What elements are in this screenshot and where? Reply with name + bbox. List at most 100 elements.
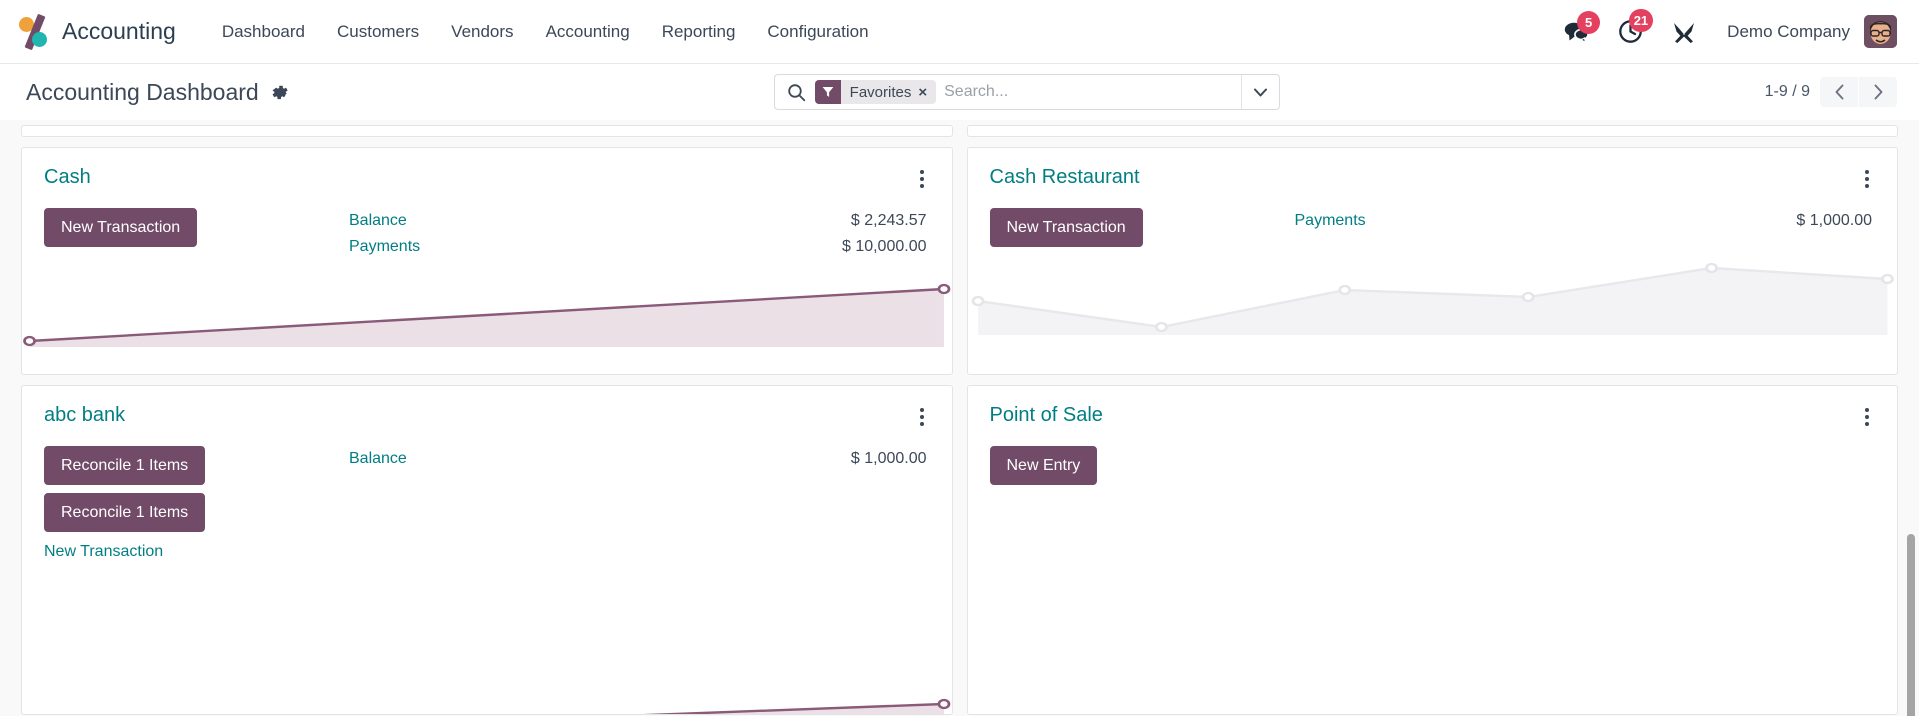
search-icon: [775, 83, 815, 102]
figure-value-payments: $ 10,000.00: [841, 237, 927, 255]
chevron-down-icon: [1253, 88, 1267, 96]
top-navbar: Accounting Dashboard Customers Vendors A…: [0, 0, 1919, 64]
figure-row-payments: Payments $ 1,000.00: [1295, 208, 1876, 234]
sparkline-cash-restaurant-svg: [971, 263, 1894, 336]
pager-next-button[interactable]: [1859, 77, 1897, 107]
avatar-image: [1864, 15, 1897, 48]
card-cell-point-of-sale: Point of Sale New Entry: [960, 380, 1906, 716]
journal-card-partial-top-right[interactable]: [966, 125, 1898, 137]
dashboard-body: Cash New Transaction Balance $ 2,243.57: [0, 120, 1919, 716]
reconcile-items-button-2[interactable]: Reconcile 1 Items: [44, 493, 206, 533]
searchbar-container: Favorites ×: [289, 74, 1765, 110]
control-panel: Accounting Dashboard Favorites × Search.…: [0, 64, 1919, 120]
sparkline-abc-bank-svg: [29, 698, 951, 714]
card-body-point-of-sale: Point of Sale New Entry: [968, 386, 1898, 486]
vertical-scrollbar-thumb[interactable]: [1907, 534, 1915, 716]
figure-value-balance: $ 2,243.57: [850, 212, 927, 229]
new-transaction-button[interactable]: New Transaction: [44, 208, 198, 248]
chevron-right-icon: [1874, 84, 1882, 100]
new-entry-button[interactable]: New Entry: [989, 446, 1098, 486]
journal-card-cash-restaurant[interactable]: Cash Restaurant New Transaction Payments…: [966, 147, 1898, 375]
card-menu-kebab-icon[interactable]: [914, 166, 930, 192]
menu-item-reporting[interactable]: Reporting: [646, 16, 752, 48]
menu-item-configuration[interactable]: Configuration: [751, 16, 884, 48]
main-menu: Dashboard Customers Vendors Accounting R…: [206, 16, 885, 48]
card-cell-stub-right: [960, 120, 1906, 142]
search-dropdown-toggle[interactable]: [1240, 75, 1279, 109]
search-facet-favorites[interactable]: Favorites ×: [814, 80, 937, 104]
menu-item-vendors[interactable]: Vendors: [435, 16, 529, 48]
card-actions-point-of-sale: New Entry: [989, 446, 1295, 486]
card-cell-stub-left: [14, 120, 960, 142]
sparkline-abc-bank: [22, 654, 952, 714]
gear-icon[interactable]: [270, 83, 289, 102]
pager-buttons: [1820, 77, 1897, 107]
card-title-abc-bank[interactable]: abc bank: [44, 404, 125, 426]
new-transaction-link[interactable]: New Transaction: [44, 540, 163, 561]
company-switcher[interactable]: Demo Company: [1711, 22, 1864, 42]
card-title-point-of-sale[interactable]: Point of Sale: [990, 404, 1103, 426]
journal-card-point-of-sale[interactable]: Point of Sale New Entry: [966, 385, 1898, 715]
user-avatar[interactable]: [1864, 15, 1897, 48]
debug-tools-button[interactable]: [1657, 20, 1711, 44]
figure-label-payments[interactable]: Payments: [349, 234, 420, 260]
card-body-abc-bank: abc bank Reconcile 1 Items Reconcile 1 I…: [22, 386, 952, 561]
card-menu-kebab-icon[interactable]: [1859, 404, 1875, 430]
figure-label-balance[interactable]: Balance: [349, 446, 407, 472]
activities-badge: 21: [1628, 9, 1654, 32]
navbar-right-tools: 5 21 Demo Company: [1550, 9, 1897, 48]
card-figures-cash-restaurant: Payments $ 1,000.00: [1295, 208, 1876, 234]
gear-glyph: [272, 85, 288, 99]
pager: 1-9 / 9: [1765, 77, 1897, 107]
card-main-point-of-sale: New Entry: [989, 446, 1876, 486]
card-header-abc-bank: abc bank: [44, 404, 930, 430]
reconcile-items-button-1[interactable]: Reconcile 1 Items: [44, 446, 206, 486]
sparkline-cash: [22, 269, 952, 348]
figure-label-payments[interactable]: Payments: [1295, 208, 1366, 234]
new-transaction-button[interactable]: New Transaction: [989, 208, 1143, 248]
facet-label: Favorites: [849, 83, 912, 101]
chevron-left-icon: [1835, 84, 1843, 100]
magnifier-glyph: [787, 83, 805, 101]
menu-item-customers[interactable]: Customers: [321, 16, 435, 48]
pager-count: 1-9 / 9: [1764, 83, 1810, 100]
search-bar[interactable]: Favorites ×: [773, 74, 1280, 110]
card-main-cash-restaurant: New Transaction Payments $ 1,000.00: [989, 208, 1876, 248]
menu-item-accounting[interactable]: Accounting: [530, 16, 646, 48]
card-actions-cash: New Transaction: [44, 208, 349, 248]
card-figures-cash: Balance $ 2,243.57 Payments $ 10,000.00: [349, 208, 930, 259]
odoo-logo-icon[interactable]: [18, 13, 52, 50]
card-main-cash: New Transaction Balance $ 2,243.57 Payme…: [44, 208, 930, 259]
figure-label-balance[interactable]: Balance: [349, 208, 407, 234]
messages-badge: 5: [1577, 10, 1601, 34]
journal-card-partial-top-left[interactable]: [21, 125, 953, 137]
card-menu-kebab-icon[interactable]: [914, 404, 930, 430]
card-header-cash: Cash: [44, 166, 930, 192]
card-cell-cash-restaurant: Cash Restaurant New Transaction Payments…: [960, 142, 1906, 380]
card-header-cash-restaurant: Cash Restaurant: [990, 166, 1876, 192]
messages-button[interactable]: 5: [1550, 10, 1604, 43]
card-title-cash[interactable]: Cash: [44, 166, 91, 188]
card-cell-cash: Cash New Transaction Balance $ 2,243.57: [14, 142, 960, 380]
card-menu-kebab-icon[interactable]: [1859, 166, 1875, 192]
card-main-abc-bank: Reconcile 1 Items Reconcile 1 Items New …: [44, 446, 930, 561]
app-brand-name[interactable]: Accounting: [62, 18, 176, 45]
figure-value-payments: $ 1,000.00: [1796, 212, 1872, 229]
card-actions-abc-bank: Reconcile 1 Items Reconcile 1 Items New …: [44, 446, 349, 561]
card-body-cash-restaurant: Cash Restaurant New Transaction Payments…: [968, 148, 1898, 248]
card-title-cash-restaurant[interactable]: Cash Restaurant: [990, 166, 1140, 188]
sparkline-cash-restaurant: [968, 257, 1898, 336]
figure-value-balance: $ 1,000.00: [850, 450, 927, 467]
card-figures-abc-bank: Balance $ 1,000.00: [349, 446, 930, 472]
menu-item-dashboard[interactable]: Dashboard: [206, 16, 321, 48]
activities-button[interactable]: 21: [1604, 9, 1657, 44]
journal-card-abc-bank[interactable]: abc bank Reconcile 1 Items Reconcile 1 I…: [21, 385, 953, 715]
card-header-point-of-sale: Point of Sale: [990, 404, 1876, 430]
figure-row-balance: Balance $ 1,000.00: [349, 446, 930, 472]
facet-remove-icon[interactable]: ×: [918, 84, 936, 101]
search-input[interactable]: [936, 75, 1241, 109]
figure-row-balance: Balance $ 2,243.57: [349, 208, 930, 234]
journal-card-cash[interactable]: Cash New Transaction Balance $ 2,243.57: [21, 147, 953, 375]
card-actions-cash-restaurant: New Transaction: [989, 208, 1295, 248]
pager-previous-button[interactable]: [1820, 77, 1858, 107]
